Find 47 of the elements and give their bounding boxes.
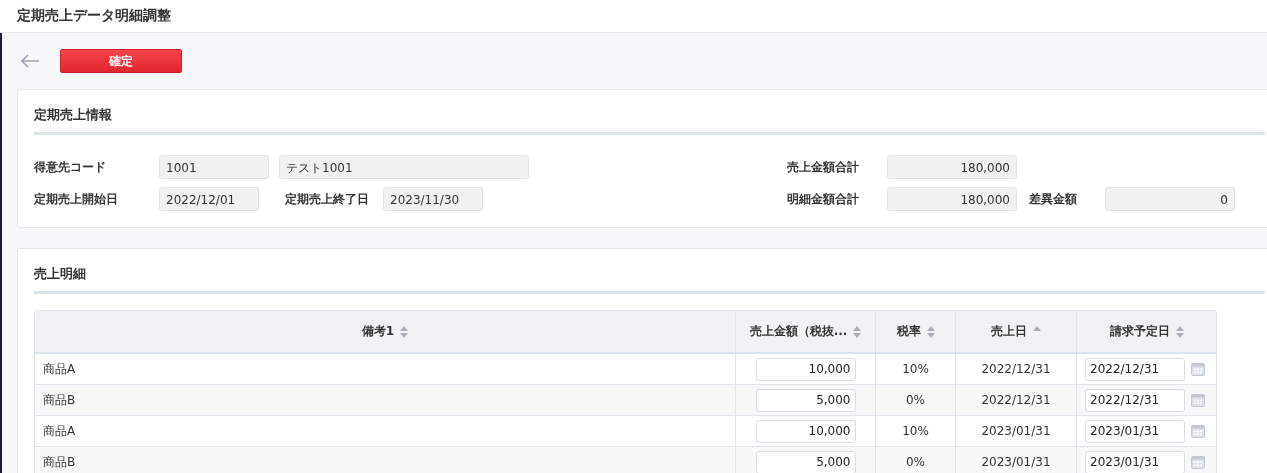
column-header[interactable]: 税率 (875, 311, 955, 352)
table-cell: 2023/01/31 (955, 447, 1076, 473)
date-input[interactable]: 2022/12/31 (1085, 357, 1185, 381)
calendar-icon[interactable] (1191, 393, 1205, 407)
section-heading: 定期売上情報 (34, 106, 113, 124)
field-label: 明細金額合計 (787, 190, 860, 208)
customer-code-field: 1001 (159, 155, 269, 179)
field-label: 売上金額合計 (787, 158, 860, 176)
table-cell-text: 商品A (42, 422, 77, 440)
table-cell: 2022/12/31 (955, 354, 1076, 384)
amount-input[interactable]: 10,000 (755, 357, 856, 381)
sales-total-field: 180,000 (887, 155, 1017, 179)
table-cell: 10% (875, 416, 955, 446)
column-header[interactable]: 請求予定日 (1076, 311, 1216, 352)
confirm-button[interactable]: 確定 (60, 49, 182, 73)
back-arrow-icon[interactable] (20, 53, 40, 69)
field-label: 定期売上開始日 (34, 190, 119, 208)
difference-field: 0 (1105, 187, 1235, 211)
calendar-icon[interactable] (1191, 455, 1205, 469)
date-input[interactable]: 2022/12/31 (1085, 388, 1185, 412)
amount-input[interactable]: 10,000 (755, 419, 856, 443)
field-label: 定期売上終了日 (285, 190, 370, 208)
table-cell: 10% (875, 354, 955, 384)
amount-input[interactable]: 5,000 (755, 388, 856, 412)
date-input[interactable]: 2023/01/31 (1085, 450, 1185, 473)
calendar-icon[interactable] (1191, 424, 1205, 438)
customer-name-field: テスト1001 (279, 155, 529, 179)
table-cell: 2023/01/31 (955, 416, 1076, 446)
end-date-field: 2023/11/30 (383, 187, 483, 211)
section-heading: 売上明細 (34, 265, 87, 283)
field-label: 差異金額 (1029, 190, 1078, 208)
table-cell: 0% (875, 385, 955, 415)
detail-total-field: 180,000 (887, 187, 1017, 211)
table-cell-text: 商品B (42, 391, 77, 409)
table-cell-text: 商品A (42, 360, 77, 378)
column-header[interactable]: 備考1 (35, 311, 735, 352)
window-title: 定期売上データ明細調整 (17, 7, 171, 25)
table-cell-text: 商品B (42, 453, 77, 471)
field-label: 得意先コード (34, 158, 107, 176)
calendar-icon[interactable] (1191, 362, 1205, 376)
column-header[interactable]: 売上日 (955, 311, 1076, 352)
table-cell: 0% (875, 447, 955, 473)
start-date-field: 2022/12/01 (159, 187, 259, 211)
column-header[interactable]: 売上金額（税抜... (735, 311, 875, 352)
date-input[interactable]: 2023/01/31 (1085, 419, 1185, 443)
amount-input[interactable]: 5,000 (755, 450, 856, 473)
table-cell: 2022/12/31 (955, 385, 1076, 415)
